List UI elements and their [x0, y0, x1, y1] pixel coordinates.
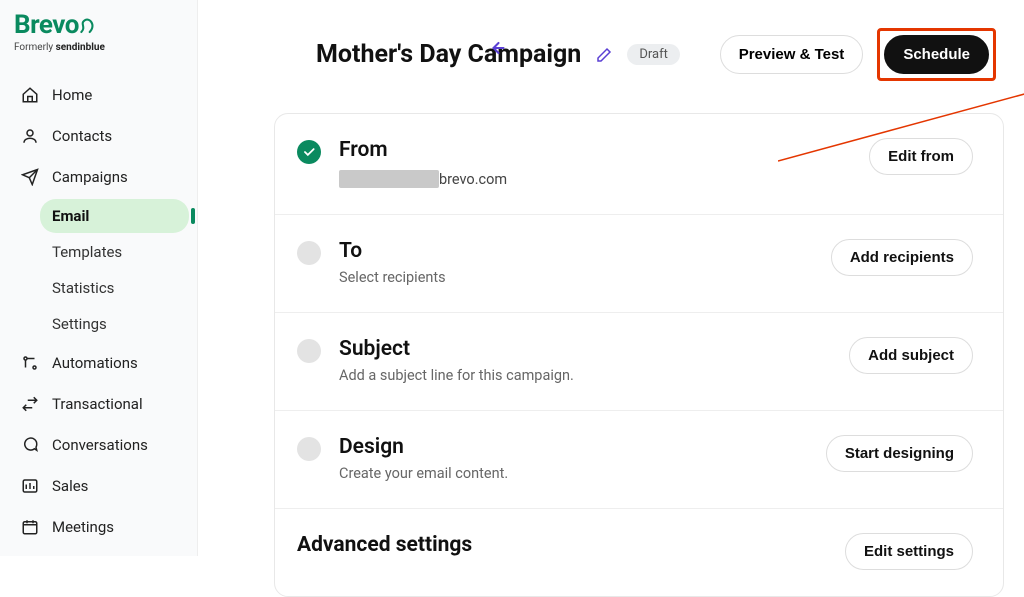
nav: Home Contacts Campaigns Email Templates …	[0, 75, 197, 547]
add-recipients-button[interactable]: Add recipients	[831, 239, 973, 276]
nav-label: Contacts	[52, 127, 112, 145]
nav-campaigns-submenu: Email Templates Statistics Settings	[0, 199, 197, 341]
add-subject-button[interactable]: Add subject	[849, 337, 973, 374]
transactional-icon	[20, 394, 40, 414]
section-subject: Subject Add a subject line for this camp…	[275, 313, 1003, 411]
subnav-settings[interactable]: Settings	[40, 307, 189, 341]
edit-title-icon[interactable]	[595, 46, 613, 64]
preview-test-button[interactable]: Preview & Test	[720, 35, 864, 74]
section-to: To Select recipients Add recipients	[275, 215, 1003, 313]
edit-from-button[interactable]: Edit from	[869, 138, 973, 175]
schedule-annotation-box: Schedule	[877, 28, 996, 81]
status-complete-icon	[297, 140, 321, 164]
status-pending-icon	[297, 339, 321, 363]
nav-label: Home	[52, 86, 92, 104]
sidebar: Brevo Formerly sendinblue Home Contacts …	[0, 0, 198, 556]
campaigns-icon	[20, 167, 40, 187]
nav-transactional[interactable]: Transactional	[4, 384, 193, 424]
nav-home[interactable]: Home	[4, 75, 193, 115]
main: Mother's Day Campaign Draft Preview & Te…	[198, 0, 1024, 556]
logo-block: Brevo Formerly sendinblue	[0, 8, 197, 63]
page-title: Mother's Day Campaign	[316, 40, 581, 69]
nav-label: Transactional	[52, 395, 143, 413]
contacts-icon	[20, 126, 40, 146]
status-pill: Draft	[627, 44, 680, 65]
subject-sub: Add a subject line for this campaign.	[339, 367, 831, 384]
brand-name: Brevo	[14, 10, 79, 40]
home-icon	[20, 85, 40, 105]
subject-title: Subject	[339, 337, 831, 361]
campaign-card: From brevo.com Edit from To Select recip…	[274, 113, 1004, 597]
header: Mother's Day Campaign Draft Preview & Te…	[198, 0, 1024, 95]
subnav-templates[interactable]: Templates	[40, 235, 189, 269]
from-value: brevo.com	[339, 170, 851, 188]
design-sub: Create your email content.	[339, 465, 808, 482]
section-from: From brevo.com Edit from	[275, 114, 1003, 215]
to-sub: Select recipients	[339, 269, 813, 286]
nav-meetings[interactable]: Meetings	[4, 507, 193, 547]
edit-settings-button[interactable]: Edit settings	[845, 533, 973, 570]
nav-automations[interactable]: Automations	[4, 343, 193, 383]
subnav-email[interactable]: Email	[40, 199, 189, 233]
back-arrow-icon[interactable]	[486, 38, 506, 58]
meetings-icon	[20, 517, 40, 537]
brand-swirl-icon	[78, 17, 98, 37]
nav-sales[interactable]: Sales	[4, 466, 193, 506]
section-design: Design Create your email content. Start …	[275, 411, 1003, 509]
nav-label: Campaigns	[52, 168, 128, 186]
schedule-button[interactable]: Schedule	[884, 35, 989, 74]
design-title: Design	[339, 435, 808, 459]
nav-contacts[interactable]: Contacts	[4, 116, 193, 156]
automations-icon	[20, 353, 40, 373]
from-redacted	[339, 170, 439, 188]
start-designing-button[interactable]: Start designing	[826, 435, 973, 472]
from-title: From	[339, 138, 851, 162]
section-advanced: Advanced settings Edit settings	[275, 509, 1003, 596]
status-pending-icon	[297, 437, 321, 461]
nav-label: Meetings	[52, 518, 114, 536]
brand-subline: Formerly sendinblue	[14, 42, 183, 53]
nav-label: Automations	[52, 354, 138, 372]
status-pending-icon	[297, 241, 321, 265]
advanced-title: Advanced settings	[297, 533, 827, 557]
nav-campaigns[interactable]: Campaigns	[4, 157, 193, 197]
to-title: To	[339, 239, 813, 263]
subnav-statistics[interactable]: Statistics	[40, 271, 189, 305]
brand-logo: Brevo	[14, 10, 183, 40]
nav-label: Conversations	[52, 436, 148, 454]
nav-conversations[interactable]: Conversations	[4, 425, 193, 465]
conversations-icon	[20, 435, 40, 455]
nav-label: Sales	[52, 477, 88, 495]
sales-icon	[20, 476, 40, 496]
